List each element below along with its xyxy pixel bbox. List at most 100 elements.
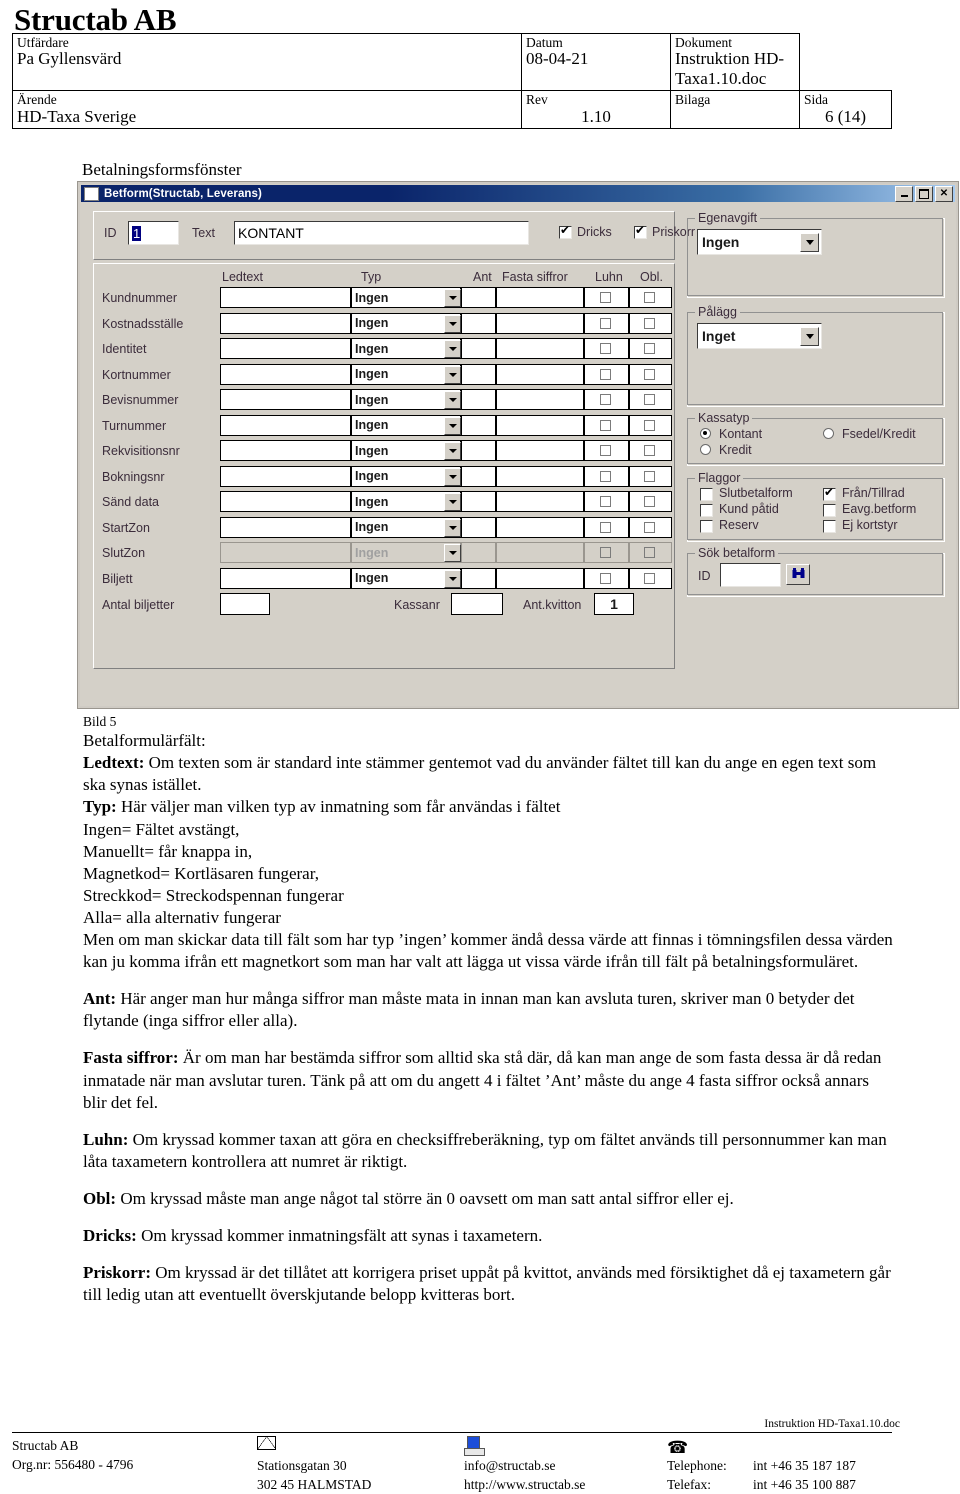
grid-cell-fasta-siffror[interactable] (496, 389, 584, 410)
grid-typ-chevron-down-icon[interactable] (444, 467, 461, 486)
grid-checkbox-obl[interactable] (644, 368, 655, 380)
grid-cell-ledtext[interactable] (220, 287, 351, 308)
flaggor-checkbox-fran-tillrad[interactable] (823, 485, 836, 501)
grid-cell-ledtext[interactable] (220, 312, 351, 334)
grid-cell-ant[interactable] (461, 516, 496, 538)
grid-cell-ant[interactable] (461, 363, 496, 385)
flaggor-checkbox-reserv[interactable] (700, 520, 713, 533)
grid-cell-fasta-siffror[interactable] (496, 542, 584, 563)
grid-checkbox-obl[interactable] (644, 572, 655, 584)
grid-checkbox-obl[interactable] (644, 521, 655, 533)
grid-typ-chevron-down-icon[interactable] (444, 518, 461, 537)
flaggor-checkbox-eavg-betform[interactable] (823, 504, 836, 517)
kassatyp-radio-fsedel-kredit[interactable] (823, 428, 834, 439)
grid-cell-ant[interactable] (461, 491, 496, 512)
footer-email[interactable]: info@structab.se (464, 1456, 585, 1475)
grid-checkbox-luhn[interactable] (600, 445, 611, 456)
dialog-titlebar[interactable]: Betform(Structab, Leverans) ✕ (81, 185, 955, 202)
grid-cell-ant[interactable] (461, 287, 496, 308)
kassanr-input[interactable] (451, 593, 503, 615)
grid-cell-fasta-siffror[interactable] (496, 363, 584, 385)
grid-cell-ledtext[interactable] (220, 389, 351, 410)
grid-typ-chevron-down-icon[interactable] (444, 493, 461, 511)
grid-typ-chevron-down-icon[interactable] (444, 314, 461, 333)
grid-checkbox-luhn[interactable] (600, 343, 611, 354)
grid-cell-fasta-siffror[interactable] (496, 567, 584, 589)
grid-cell-ledtext[interactable] (220, 338, 351, 359)
grid-cell-ant[interactable] (461, 389, 496, 410)
footer-website[interactable]: http://www.structab.se (464, 1475, 585, 1494)
grid-typ-chevron-down-icon[interactable] (444, 365, 461, 384)
grid-cell-fasta-siffror[interactable] (496, 516, 584, 538)
grid-checkbox-luhn[interactable] (600, 419, 611, 431)
id-input[interactable]: 1 (128, 221, 179, 245)
text-input[interactable]: KONTANT (234, 221, 529, 245)
grid-cell-ledtext[interactable] (220, 414, 351, 436)
grid-checkbox-obl[interactable] (644, 317, 655, 329)
flaggor-checkbox-slutbetalform[interactable] (700, 488, 713, 501)
minimize-button[interactable] (895, 185, 913, 202)
grid-checkbox-obl[interactable] (644, 394, 655, 405)
grid-cell-ant[interactable] (461, 414, 496, 436)
sok-id-input[interactable] (720, 563, 781, 587)
grid-cell-fasta-siffror[interactable] (496, 440, 584, 461)
grid-cell-fasta-siffror[interactable] (496, 414, 584, 436)
flaggor-checkbox-kund-patid[interactable] (700, 504, 713, 517)
grid-checkbox-obl[interactable] (644, 445, 655, 456)
grid-checkbox-luhn[interactable] (600, 368, 611, 380)
grid-typ-chevron-down-icon[interactable] (444, 569, 461, 588)
grid-checkbox-obl[interactable] (644, 343, 655, 354)
antal-biljetter-input[interactable] (220, 593, 270, 615)
grid-cell-ant[interactable] (461, 440, 496, 461)
grid-checkbox-luhn[interactable] (600, 547, 611, 558)
priskorr-checkbox[interactable] (634, 223, 647, 239)
kassatyp-radio-kontant[interactable] (700, 428, 711, 439)
grid-cell-ledtext[interactable] (220, 440, 351, 461)
grid-checkbox-luhn[interactable] (600, 317, 611, 329)
grid-checkbox-obl[interactable] (644, 470, 655, 482)
grid-typ-chevron-down-icon[interactable] (444, 289, 461, 307)
search-button[interactable] (786, 564, 810, 585)
grid-cell-fasta-siffror[interactable] (496, 338, 584, 359)
grid-checkbox-luhn[interactable] (600, 572, 611, 584)
chevron-down-icon[interactable] (800, 326, 819, 346)
grid-checkbox-obl[interactable] (644, 419, 655, 431)
grid-cell-fasta-siffror[interactable] (496, 287, 584, 308)
grid-cell-ledtext[interactable] (220, 465, 351, 487)
chevron-down-icon[interactable] (800, 232, 819, 252)
grid-checkbox-obl[interactable] (644, 547, 655, 558)
palagg-select[interactable]: Inget (697, 323, 822, 349)
egenavgift-select[interactable]: Ingen (697, 229, 822, 255)
grid-checkbox-luhn[interactable] (600, 394, 611, 405)
grid-typ-chevron-down-icon[interactable] (444, 416, 461, 435)
grid-cell-ledtext[interactable] (220, 567, 351, 589)
grid-typ-chevron-down-icon[interactable] (444, 391, 461, 409)
close-button[interactable]: ✕ (935, 185, 953, 202)
grid-cell-fasta-siffror[interactable] (496, 491, 584, 512)
grid-cell-ant[interactable] (461, 312, 496, 334)
grid-cell-ant[interactable] (461, 465, 496, 487)
kassatyp-radio-kredit[interactable] (700, 444, 711, 455)
grid-checkbox-luhn[interactable] (600, 292, 611, 303)
antkvitton-input[interactable]: 1 (594, 593, 634, 615)
maximize-button[interactable] (915, 185, 933, 202)
grid-cell-ledtext[interactable] (220, 516, 351, 538)
grid-checkbox-obl[interactable] (644, 292, 655, 303)
grid-typ-chevron-down-icon[interactable] (444, 340, 461, 358)
grid-cell-ant[interactable] (461, 567, 496, 589)
grid-cell-ledtext[interactable] (220, 542, 351, 563)
grid-checkbox-luhn[interactable] (600, 470, 611, 482)
grid-typ-chevron-down-icon[interactable] (444, 442, 461, 460)
grid-cell-ledtext[interactable] (220, 363, 351, 385)
grid-cell-ledtext[interactable] (220, 491, 351, 512)
grid-checkbox-luhn[interactable] (600, 521, 611, 533)
grid-cell-ant[interactable] (461, 338, 496, 359)
grid-cell-fasta-siffror[interactable] (496, 465, 584, 487)
grid-typ-chevron-down-icon[interactable] (444, 544, 461, 562)
grid-cell-fasta-siffror[interactable] (496, 312, 584, 334)
grid-checkbox-obl[interactable] (644, 496, 655, 507)
grid-cell-ant[interactable] (461, 542, 496, 563)
grid-checkbox-luhn[interactable] (600, 496, 611, 507)
flaggor-checkbox-ej-kortstyr[interactable] (823, 520, 836, 533)
dricks-checkbox[interactable] (559, 223, 572, 239)
